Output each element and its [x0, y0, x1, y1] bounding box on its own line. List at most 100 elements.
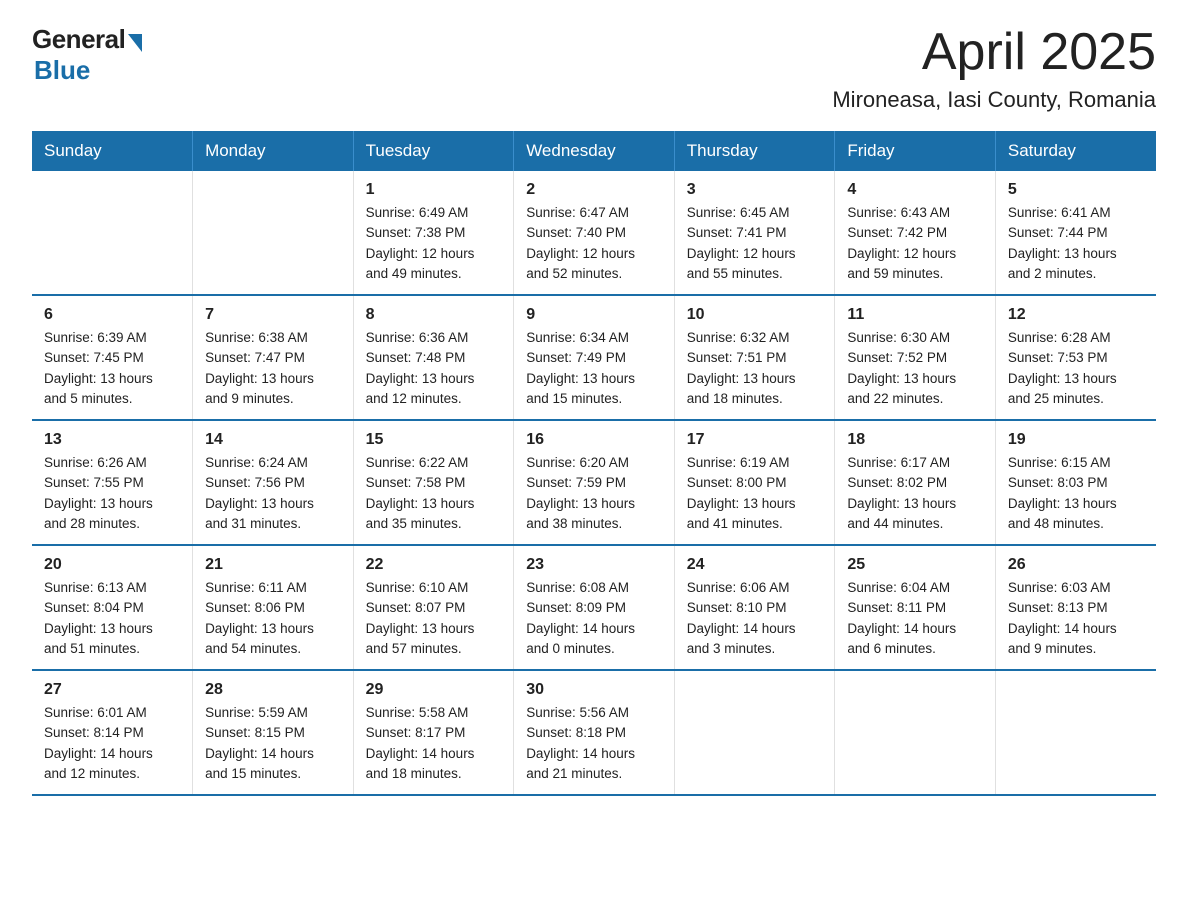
- day-info: Sunrise: 6:39 AM Sunset: 7:45 PM Dayligh…: [44, 328, 180, 409]
- day-info: Sunrise: 6:13 AM Sunset: 8:04 PM Dayligh…: [44, 578, 180, 659]
- calendar-header-wednesday: Wednesday: [514, 131, 675, 171]
- day-number: 26: [1008, 556, 1144, 574]
- day-number: 17: [687, 431, 823, 449]
- day-info: Sunrise: 6:32 AM Sunset: 7:51 PM Dayligh…: [687, 328, 823, 409]
- table-row: 9 Sunrise: 6:34 AM Sunset: 7:49 PM Daylig…: [514, 295, 675, 420]
- day-number: 21: [205, 556, 341, 574]
- day-number: 25: [847, 556, 983, 574]
- day-info: Sunrise: 6:11 AM Sunset: 8:06 PM Dayligh…: [205, 578, 341, 659]
- day-number: 18: [847, 431, 983, 449]
- day-info: Sunrise: 6:08 AM Sunset: 8:09 PM Dayligh…: [526, 578, 662, 659]
- table-row: [674, 670, 835, 795]
- table-row: 5 Sunrise: 6:41 AM Sunset: 7:44 PM Daylig…: [995, 171, 1156, 295]
- logo-blue-text: Blue: [34, 55, 90, 86]
- table-row: 4 Sunrise: 6:43 AM Sunset: 7:42 PM Daylig…: [835, 171, 996, 295]
- day-info: Sunrise: 6:03 AM Sunset: 8:13 PM Dayligh…: [1008, 578, 1144, 659]
- calendar-header-saturday: Saturday: [995, 131, 1156, 171]
- day-info: Sunrise: 5:58 AM Sunset: 8:17 PM Dayligh…: [366, 703, 502, 784]
- day-number: 3: [687, 181, 823, 199]
- day-info: Sunrise: 6:28 AM Sunset: 7:53 PM Dayligh…: [1008, 328, 1144, 409]
- title-area: April 2025 Mironeasa, Iasi County, Roman…: [832, 24, 1156, 113]
- calendar-header-row: SundayMondayTuesdayWednesdayThursdayFrid…: [32, 131, 1156, 171]
- logo: General Blue: [32, 24, 142, 86]
- day-number: 7: [205, 306, 341, 324]
- table-row: 12 Sunrise: 6:28 AM Sunset: 7:53 PM Dayli…: [995, 295, 1156, 420]
- day-number: 27: [44, 681, 180, 699]
- table-row: 3Sunrise: 6:45 AM Sunset: 7:41 PM Daylig…: [674, 171, 835, 295]
- day-number: 28: [205, 681, 341, 699]
- day-number: 5: [1008, 181, 1144, 199]
- table-row: [193, 171, 354, 295]
- day-number: 14: [205, 431, 341, 449]
- table-row: 2Sunrise: 6:47 AM Sunset: 7:40 PM Daylig…: [514, 171, 675, 295]
- table-row: 6 Sunrise: 6:39 AM Sunset: 7:45 PM Daylig…: [32, 295, 193, 420]
- day-number: 30: [526, 681, 662, 699]
- day-info: Sunrise: 6:34 AM Sunset: 7:49 PM Dayligh…: [526, 328, 662, 409]
- table-row: 1 Sunrise: 6:49 AM Sunset: 7:38 PM Daylig…: [353, 171, 514, 295]
- day-number: 12: [1008, 306, 1144, 324]
- day-info: Sunrise: 6:06 AM Sunset: 8:10 PM Dayligh…: [687, 578, 823, 659]
- calendar-header-thursday: Thursday: [674, 131, 835, 171]
- table-row: 17Sunrise: 6:19 AM Sunset: 8:00 PM Dayli…: [674, 420, 835, 545]
- day-number: 15: [366, 431, 502, 449]
- calendar-week-row: 6 Sunrise: 6:39 AM Sunset: 7:45 PM Daylig…: [32, 295, 1156, 420]
- logo-arrow-icon: [128, 34, 142, 52]
- day-number: 8: [366, 306, 502, 324]
- page-title: April 2025: [832, 24, 1156, 81]
- day-info: Sunrise: 6:43 AM Sunset: 7:42 PM Dayligh…: [847, 203, 983, 284]
- day-info: Sunrise: 6:22 AM Sunset: 7:58 PM Dayligh…: [366, 453, 502, 534]
- day-info: Sunrise: 6:24 AM Sunset: 7:56 PM Dayligh…: [205, 453, 341, 534]
- table-row: 14 Sunrise: 6:24 AM Sunset: 7:56 PM Dayli…: [193, 420, 354, 545]
- day-info: Sunrise: 6:26 AM Sunset: 7:55 PM Dayligh…: [44, 453, 180, 534]
- table-row: 30 Sunrise: 5:56 AM Sunset: 8:18 PM Dayli…: [514, 670, 675, 795]
- calendar-header-tuesday: Tuesday: [353, 131, 514, 171]
- day-info: Sunrise: 6:30 AM Sunset: 7:52 PM Dayligh…: [847, 328, 983, 409]
- logo-general-text: General: [32, 24, 125, 55]
- table-row: 20 Sunrise: 6:13 AM Sunset: 8:04 PM Dayli…: [32, 545, 193, 670]
- table-row: 25 Sunrise: 6:04 AM Sunset: 8:11 PM Dayli…: [835, 545, 996, 670]
- day-number: 6: [44, 306, 180, 324]
- day-info: Sunrise: 6:49 AM Sunset: 7:38 PM Dayligh…: [366, 203, 502, 284]
- calendar-week-row: 13 Sunrise: 6:26 AM Sunset: 7:55 PM Dayli…: [32, 420, 1156, 545]
- table-row: 28Sunrise: 5:59 AM Sunset: 8:15 PM Dayli…: [193, 670, 354, 795]
- day-number: 13: [44, 431, 180, 449]
- calendar-table: SundayMondayTuesdayWednesdayThursdayFrid…: [32, 131, 1156, 796]
- day-number: 24: [687, 556, 823, 574]
- day-info: Sunrise: 6:36 AM Sunset: 7:48 PM Dayligh…: [366, 328, 502, 409]
- day-info: Sunrise: 6:38 AM Sunset: 7:47 PM Dayligh…: [205, 328, 341, 409]
- table-row: 22Sunrise: 6:10 AM Sunset: 8:07 PM Dayli…: [353, 545, 514, 670]
- day-info: Sunrise: 6:17 AM Sunset: 8:02 PM Dayligh…: [847, 453, 983, 534]
- table-row: [32, 171, 193, 295]
- table-row: 8 Sunrise: 6:36 AM Sunset: 7:48 PM Daylig…: [353, 295, 514, 420]
- table-row: 10Sunrise: 6:32 AM Sunset: 7:51 PM Dayli…: [674, 295, 835, 420]
- day-info: Sunrise: 5:56 AM Sunset: 8:18 PM Dayligh…: [526, 703, 662, 784]
- table-row: 11 Sunrise: 6:30 AM Sunset: 7:52 PM Dayli…: [835, 295, 996, 420]
- table-row: 21 Sunrise: 6:11 AM Sunset: 8:06 PM Dayli…: [193, 545, 354, 670]
- calendar-week-row: 27 Sunrise: 6:01 AM Sunset: 8:14 PM Dayli…: [32, 670, 1156, 795]
- day-number: 9: [526, 306, 662, 324]
- calendar-header-monday: Monday: [193, 131, 354, 171]
- calendar-header-sunday: Sunday: [32, 131, 193, 171]
- table-row: 13 Sunrise: 6:26 AM Sunset: 7:55 PM Dayli…: [32, 420, 193, 545]
- day-number: 20: [44, 556, 180, 574]
- table-row: [835, 670, 996, 795]
- day-info: Sunrise: 6:04 AM Sunset: 8:11 PM Dayligh…: [847, 578, 983, 659]
- day-number: 11: [847, 306, 983, 324]
- table-row: 16Sunrise: 6:20 AM Sunset: 7:59 PM Dayli…: [514, 420, 675, 545]
- day-info: Sunrise: 6:10 AM Sunset: 8:07 PM Dayligh…: [366, 578, 502, 659]
- day-number: 4: [847, 181, 983, 199]
- day-number: 1: [366, 181, 502, 199]
- day-info: Sunrise: 6:15 AM Sunset: 8:03 PM Dayligh…: [1008, 453, 1144, 534]
- day-info: Sunrise: 6:20 AM Sunset: 7:59 PM Dayligh…: [526, 453, 662, 534]
- table-row: [995, 670, 1156, 795]
- table-row: 26 Sunrise: 6:03 AM Sunset: 8:13 PM Dayli…: [995, 545, 1156, 670]
- table-row: 15 Sunrise: 6:22 AM Sunset: 7:58 PM Dayli…: [353, 420, 514, 545]
- table-row: 19Sunrise: 6:15 AM Sunset: 8:03 PM Dayli…: [995, 420, 1156, 545]
- location-label: Mironeasa, Iasi County, Romania: [832, 87, 1156, 113]
- day-number: 29: [366, 681, 502, 699]
- day-info: Sunrise: 6:01 AM Sunset: 8:14 PM Dayligh…: [44, 703, 180, 784]
- table-row: 27 Sunrise: 6:01 AM Sunset: 8:14 PM Dayli…: [32, 670, 193, 795]
- table-row: 7 Sunrise: 6:38 AM Sunset: 7:47 PM Daylig…: [193, 295, 354, 420]
- calendar-header-friday: Friday: [835, 131, 996, 171]
- day-info: Sunrise: 6:41 AM Sunset: 7:44 PM Dayligh…: [1008, 203, 1144, 284]
